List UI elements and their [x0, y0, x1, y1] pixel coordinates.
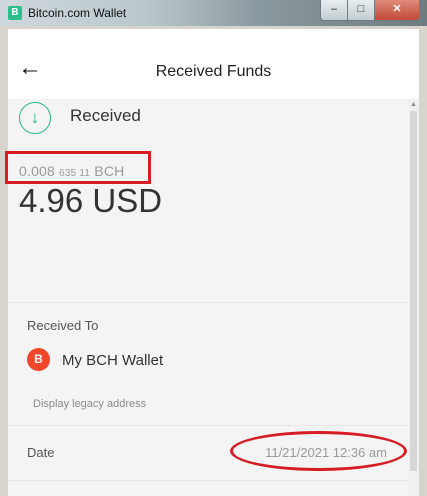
received-arrow-icon: ↓ — [19, 102, 51, 134]
scrollbar[interactable]: ▲ — [408, 99, 419, 496]
bch-wallet-icon: B — [27, 348, 50, 371]
scroll-up-icon[interactable]: ▲ — [410, 101, 417, 108]
section-divider — [8, 302, 408, 303]
maximize-button[interactable]: □ — [347, 0, 375, 21]
display-legacy-address-link[interactable]: Display legacy address — [33, 398, 146, 410]
close-button[interactable]: ✕ — [374, 0, 420, 21]
page-title: Received Funds — [155, 63, 272, 80]
minimize-button[interactable]: – — [320, 0, 348, 21]
status-label: Received — [70, 106, 141, 125]
fiat-amount: 4.96 USD — [19, 182, 163, 219]
scroll-thumb[interactable] — [410, 111, 417, 471]
window-titlebar: B Bitcoin.com Wallet – □ ✕ — [0, 0, 427, 26]
wallet-name: My BCH Wallet — [62, 352, 164, 369]
annotation-highlight-box — [5, 151, 151, 184]
window-title: Bitcoin.com Wallet — [28, 6, 127, 20]
app-logo-icon: B — [8, 6, 22, 20]
page-header: ← Received Funds — [8, 47, 419, 97]
section-divider-bottom — [8, 480, 408, 481]
received-to-label: Received To — [27, 318, 99, 333]
date-label: Date — [27, 445, 55, 460]
annotation-highlight-ellipse — [230, 431, 407, 471]
